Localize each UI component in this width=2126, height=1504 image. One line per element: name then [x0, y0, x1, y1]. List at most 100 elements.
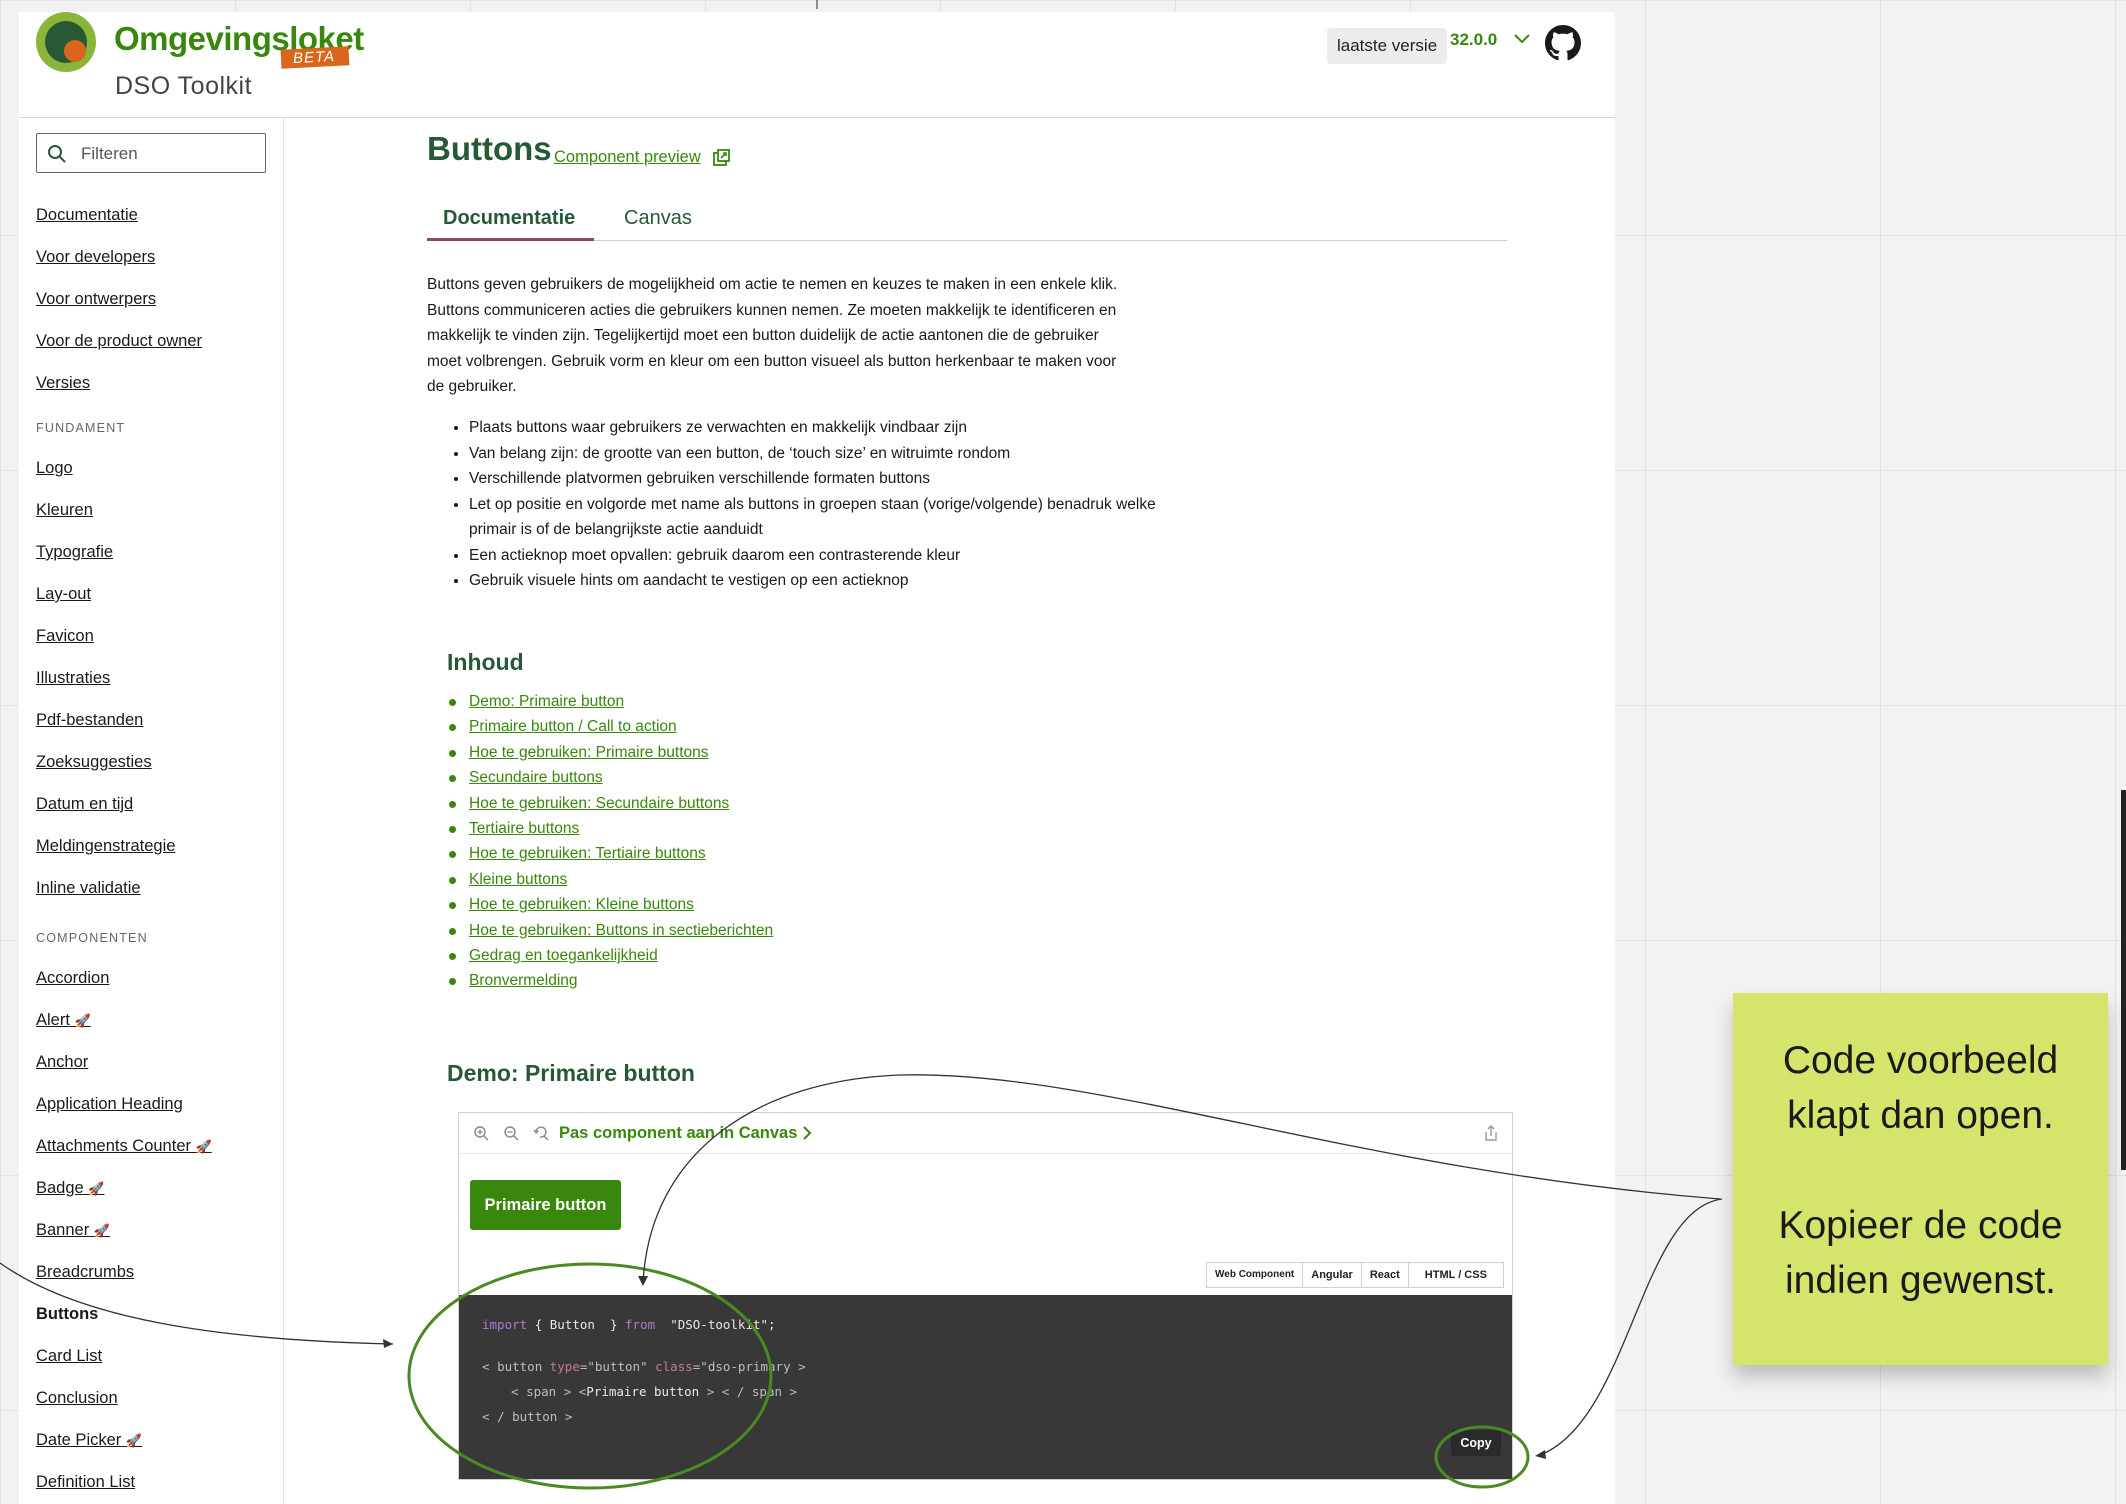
- toc-link[interactable]: Hoe te gebruiken: Buttons in sectieberic…: [469, 922, 773, 939]
- sidebar-item-inline-validatie[interactable]: Inline validatie: [36, 879, 141, 898]
- code-line: import { Button } from "DSO-toolkit";: [482, 1317, 776, 1332]
- code-attr: class: [655, 1359, 693, 1374]
- version-number[interactable]: 32.0.0: [1450, 30, 1497, 50]
- sidebar-item-attachments-counter[interactable]: Attachments Counter 🚀: [36, 1137, 212, 1156]
- tab-html-css[interactable]: HTML / CSS: [1409, 1263, 1503, 1287]
- reset-zoom-icon[interactable]: [533, 1125, 549, 1141]
- code-tag: button: [512, 1409, 558, 1424]
- toc-item: Hoe te gebruiken: Primaire buttons: [448, 740, 773, 765]
- sidebar-item-datum-en-tijd[interactable]: Datum en tijd: [36, 795, 133, 814]
- code-tag: span: [751, 1384, 783, 1399]
- sidebar-item-logo[interactable]: Logo: [36, 459, 73, 478]
- chevron-down-icon[interactable]: [1511, 28, 1533, 50]
- copy-button[interactable]: Copy: [1451, 1430, 1501, 1456]
- sidebar-item-typografie[interactable]: Typografie: [36, 543, 113, 562]
- code-keyword: import: [482, 1317, 528, 1332]
- sidebar-item-breadcrumbs[interactable]: Breadcrumbs: [36, 1263, 134, 1282]
- sidebar-item-favicon[interactable]: Favicon: [36, 627, 94, 646]
- sidebar-item-voor-developers[interactable]: Voor developers: [36, 248, 155, 267]
- zoom-in-icon[interactable]: [473, 1125, 489, 1141]
- filter-field[interactable]: [36, 133, 266, 173]
- sidebar-item-banner[interactable]: Banner 🚀: [36, 1221, 110, 1240]
- intro-line: Buttons geven gebruikers de mogelijkheid…: [427, 276, 1118, 293]
- sidebar-item-zoeksuggesties[interactable]: Zoeksuggesties: [36, 753, 152, 772]
- primary-button[interactable]: Primaire button: [470, 1180, 621, 1230]
- tab-angular[interactable]: Angular: [1303, 1263, 1362, 1287]
- sidebar-item-label: Badge: [36, 1179, 84, 1197]
- sidebar-item-documentatie[interactable]: Documentatie: [36, 206, 138, 225]
- sidebar-item-buttons[interactable]: Buttons: [36, 1305, 98, 1324]
- list-item: Van belang zijn: de grootte van een butt…: [469, 441, 1229, 467]
- code-tag: span: [526, 1384, 557, 1399]
- toc-link[interactable]: Hoe te gebruiken: Primaire buttons: [469, 744, 709, 761]
- sidebar-item-badge[interactable]: Badge 🚀: [36, 1179, 105, 1198]
- rocket-icon: 🚀: [125, 1433, 143, 1448]
- list-item: Een actieknop moet opvallen: gebruik daa…: [469, 543, 1229, 569]
- toc-item: Hoe te gebruiken: Tertiaire buttons: [448, 841, 773, 866]
- sidebar-item-label: Alert: [36, 1011, 70, 1029]
- toc-link[interactable]: Primaire button / Call to action: [469, 718, 677, 735]
- component-preview-link[interactable]: Component preview: [554, 148, 701, 167]
- code-token: {: [534, 1317, 543, 1332]
- share-icon[interactable]: [1483, 1124, 1499, 1142]
- sidebar-item-kleuren[interactable]: Kleuren: [36, 501, 93, 520]
- code-token: <: [482, 1409, 490, 1424]
- toc-link[interactable]: Kleine buttons: [469, 871, 567, 888]
- code-line: < span > <Primaire button > < / span >: [511, 1384, 797, 1399]
- sidebar-item-versies[interactable]: Versies: [36, 374, 90, 393]
- toc-link[interactable]: Hoe te gebruiken: Tertiaire buttons: [469, 845, 706, 862]
- toc-link[interactable]: Demo: Primaire button: [469, 693, 624, 710]
- edge-marker: [2121, 790, 2126, 1170]
- external-link-icon[interactable]: [712, 149, 730, 167]
- tab-web-component[interactable]: Web Component: [1207, 1263, 1304, 1287]
- open-in-canvas-link[interactable]: Pas component aan in Canvas: [559, 1124, 797, 1143]
- sidebar-item-voor-de-product-owner[interactable]: Voor de product owner: [36, 332, 202, 351]
- code-token: }: [609, 1317, 618, 1332]
- toc-link[interactable]: Hoe te gebruiken: Secundaire buttons: [469, 795, 729, 812]
- list-item: Gebruik visuele hints om aandacht te ves…: [469, 568, 1229, 594]
- code-token: /: [736, 1384, 745, 1399]
- sidebar-item-definition-list[interactable]: Definition List: [36, 1473, 135, 1492]
- zoom-out-icon[interactable]: [503, 1125, 519, 1141]
- sidebar-item-accordion[interactable]: Accordion: [36, 969, 109, 988]
- toc-link[interactable]: Bronvermelding: [469, 972, 578, 989]
- logo-icon[interactable]: [36, 12, 96, 72]
- toc-item: Primaire button / Call to action: [448, 714, 773, 739]
- sidebar-item-conclusion[interactable]: Conclusion: [36, 1389, 118, 1408]
- github-icon[interactable]: [1545, 25, 1581, 61]
- toc-link[interactable]: Secundaire buttons: [469, 769, 603, 786]
- tab-documentatie[interactable]: Documentatie: [443, 207, 575, 230]
- toc-link[interactable]: Tertiaire buttons: [469, 820, 579, 837]
- sidebar-item-illustraties[interactable]: Illustraties: [36, 669, 110, 688]
- toc-heading: Inhoud: [447, 649, 524, 675]
- code-token: >: [563, 1384, 572, 1399]
- sidebar-item-pdf-bestanden[interactable]: Pdf-bestanden: [36, 711, 143, 730]
- rocket-icon: 🚀: [93, 1223, 110, 1238]
- sidebar-item-voor-ontwerpers[interactable]: Voor ontwerpers: [36, 290, 156, 309]
- tab-canvas[interactable]: Canvas: [624, 207, 692, 230]
- filter-input[interactable]: [79, 140, 263, 168]
- sidebar-item-anchor[interactable]: Anchor: [36, 1053, 88, 1072]
- code-token: >: [564, 1409, 573, 1424]
- sidebar-item-lay-out[interactable]: Lay-out: [36, 585, 91, 604]
- sidebar-item-meldingenstrategie[interactable]: Meldingenstrategie: [36, 837, 175, 856]
- toc-item: Kleine buttons: [448, 867, 773, 892]
- chevron-right-icon[interactable]: [799, 1125, 815, 1141]
- sidebar-item-label: Date Picker: [36, 1431, 122, 1449]
- code-token: >: [798, 1359, 806, 1374]
- intro-line: moet volbrengen. Gebruik vorm en kleur o…: [427, 352, 1117, 370]
- toc-link[interactable]: Hoe te gebruiken: Kleine buttons: [469, 896, 694, 913]
- intro-line: de gebruiker.: [427, 378, 517, 395]
- guidelines-list: Plaats buttons waar gebruikers ze verwac…: [427, 415, 1229, 594]
- sidebar-item-date-picker[interactable]: Date Picker 🚀: [36, 1431, 142, 1450]
- sidebar-item-application-heading[interactable]: Application Heading: [36, 1095, 183, 1114]
- sticky-note: Code voorbeeld klapt dan open. Kopieer d…: [1733, 993, 2108, 1365]
- toc-link[interactable]: Gedrag en toegankelijkheid: [469, 947, 658, 964]
- list-item: Verschillende platvormen gebruiken versc…: [469, 466, 1229, 492]
- version-label: laatste versie: [1327, 28, 1448, 64]
- tab-react[interactable]: React: [1362, 1263, 1409, 1287]
- code-token: <: [482, 1359, 490, 1374]
- sidebar-item-card-list[interactable]: Card List: [36, 1347, 102, 1366]
- code-string: "DSO-toolkit";: [670, 1317, 776, 1332]
- sidebar-item-alert[interactable]: Alert 🚀: [36, 1011, 91, 1030]
